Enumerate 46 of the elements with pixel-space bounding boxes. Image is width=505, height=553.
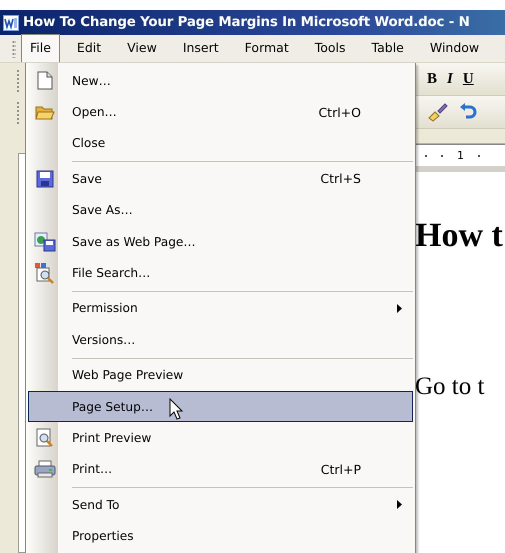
menu-item[interactable]: Print Preview [28,422,413,454]
shortcut-text: Ctrl+O [318,104,361,120]
ruler-number: 1 [457,149,464,162]
window-title: How To Change Your Page Margins In Microsoft Word.doc - N [23,15,470,30]
menu-item[interactable]: File Search… [28,257,413,289]
menu-item[interactable]: Open… Ctrl+O [28,96,413,128]
shortcut-text: Ctrl+S [320,171,361,186]
document-heading: How t [415,217,504,255]
menu-title[interactable]: Tools [306,34,355,62]
menu-item[interactable]: Save As… [28,194,413,226]
toolbar-gripper[interactable] [16,101,20,125]
menu-title[interactable]: Edit [68,34,110,62]
paintbrush-icon[interactable] [427,102,449,122]
menu-title[interactable]: Insert [174,34,228,62]
menu-item[interactable]: Web Page Preview [28,360,413,391]
folder-icon [35,104,55,121]
menu-item[interactable]: Save Ctrl+S [28,163,413,195]
menu-item[interactable]: Properties [28,520,413,552]
undo-icon[interactable] [459,103,477,121]
menu-item[interactable]: Save as Web Page… [28,226,413,258]
menu-title[interactable]: Table [362,34,413,62]
format-button[interactable]: U [462,70,474,88]
menu-title[interactable]: View [118,34,166,62]
blank-page-icon [37,71,53,90]
shortcut-text: Ctrl+P [320,462,361,477]
menu-item[interactable]: New… [28,65,413,96]
globe-floppy-icon [34,232,56,252]
format-button[interactable]: I [447,70,453,88]
menu-item[interactable]: Page Setup… [28,390,413,422]
toolbar-gripper[interactable] [16,69,20,93]
page-magnifier-icon [35,428,55,448]
menu-item[interactable]: Versions… [28,324,413,356]
menu-item[interactable]: Permission [28,292,413,324]
menu-title[interactable]: File [21,34,60,62]
format-button[interactable]: B [427,70,438,88]
menu-item[interactable]: Send To [28,489,413,520]
document-w-icon [3,14,19,30]
mouse-pointer-icon [169,398,183,420]
menu-item[interactable]: Close [28,128,413,160]
toolbar-gripper[interactable] [12,40,16,58]
menu-item[interactable]: Print… Ctrl+P [28,454,413,486]
printer-icon [34,460,56,478]
menu-title[interactable]: Format [236,34,298,62]
menu-title[interactable]: Window [420,34,488,62]
document-magnifier-icon [34,262,56,284]
document-paragraph: Go to t [415,373,486,401]
